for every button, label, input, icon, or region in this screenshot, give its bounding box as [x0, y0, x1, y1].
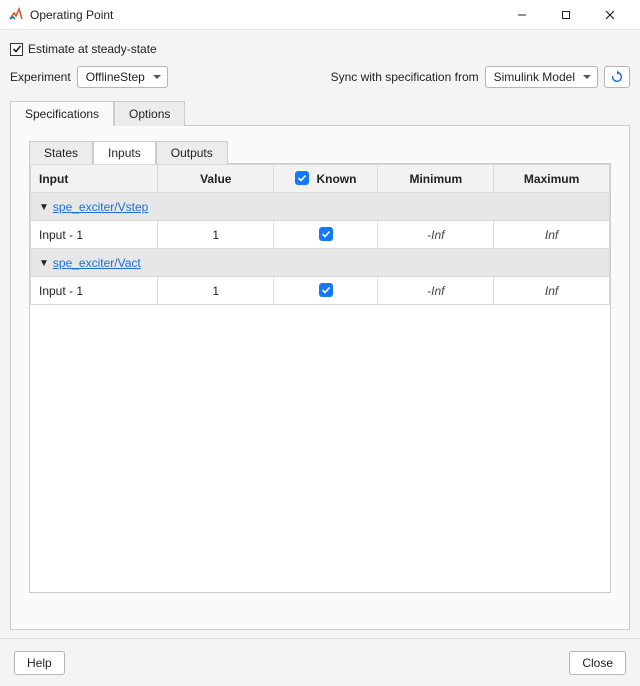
cell-value[interactable]: 1 [158, 221, 274, 249]
cell-minimum[interactable]: -Inf [378, 277, 494, 305]
cell-value[interactable]: 1 [158, 277, 274, 305]
known-header-checkbox[interactable] [295, 171, 309, 185]
experiment-label: Experiment [10, 70, 71, 84]
dialog-body: Estimate at steady-state Experiment Offl… [0, 30, 640, 638]
table-row: Input - 11 -InfInf [31, 277, 610, 305]
inputs-panel: Input Value Known Minimum Maximum [29, 163, 611, 593]
disclosure-triangle-icon: ▼ [39, 258, 49, 269]
tab-options[interactable]: Options [114, 101, 185, 126]
known-checkbox[interactable] [319, 283, 333, 297]
maximize-button[interactable] [544, 0, 588, 30]
matlab-icon [8, 7, 24, 23]
cell-maximum[interactable]: Inf [494, 277, 610, 305]
checkbox-icon [10, 43, 23, 56]
header-maximum: Maximum [494, 165, 610, 193]
header-input: Input [31, 165, 158, 193]
experiment-value: OfflineStep [86, 70, 145, 84]
inputs-table: Input Value Known Minimum Maximum [30, 164, 610, 305]
specifications-panel: States Inputs Outputs Input Value [10, 125, 630, 630]
tab-inputs[interactable]: Inputs [93, 141, 156, 164]
table-group-row[interactable]: ▼ spe_exciter/Vstep [31, 193, 610, 221]
sync-value: Simulink Model [494, 70, 575, 84]
sync-label: Sync with specification from [331, 70, 479, 84]
experiment-select[interactable]: OfflineStep [77, 66, 168, 88]
cell-known[interactable] [274, 277, 378, 305]
cell-input[interactable]: Input - 1 [31, 277, 158, 305]
close-window-button[interactable] [588, 0, 632, 30]
table-header-row: Input Value Known Minimum Maximum [31, 165, 610, 193]
known-checkbox[interactable] [319, 227, 333, 241]
header-value: Value [158, 165, 274, 193]
tab-states[interactable]: States [29, 141, 93, 164]
cell-minimum[interactable]: -Inf [378, 221, 494, 249]
sync-refresh-button[interactable] [604, 66, 630, 88]
tab-specifications[interactable]: Specifications [10, 101, 114, 126]
header-known[interactable]: Known [274, 165, 378, 193]
cell-input[interactable]: Input - 1 [31, 221, 158, 249]
group-link[interactable]: spe_exciter/Vstep [53, 200, 148, 214]
footer: Help Close [0, 638, 640, 686]
group-link[interactable]: spe_exciter/Vact [53, 256, 141, 270]
chevron-down-icon [583, 70, 591, 84]
experiment-row: Experiment OfflineStep Sync with specifi… [10, 66, 630, 88]
table-group-row[interactable]: ▼ spe_exciter/Vact [31, 249, 610, 277]
estimate-steady-checkbox[interactable]: Estimate at steady-state [10, 42, 630, 56]
window-controls [500, 0, 632, 30]
header-minimum: Minimum [378, 165, 494, 193]
tab-outputs[interactable]: Outputs [156, 141, 228, 164]
inner-tabs: States Inputs Outputs [29, 140, 611, 163]
titlebar: Operating Point [0, 0, 640, 30]
window-title: Operating Point [30, 8, 500, 22]
table-row: Input - 11 -InfInf [31, 221, 610, 249]
cell-maximum[interactable]: Inf [494, 221, 610, 249]
sync-select[interactable]: Simulink Model [485, 66, 598, 88]
window: Operating Point Estimate at steady-state… [0, 0, 640, 686]
cell-known[interactable] [274, 221, 378, 249]
close-button[interactable]: Close [569, 651, 626, 675]
disclosure-triangle-icon: ▼ [39, 202, 49, 213]
outer-tabs: Specifications Options [10, 100, 630, 125]
minimize-button[interactable] [500, 0, 544, 30]
help-button[interactable]: Help [14, 651, 65, 675]
estimate-steady-label: Estimate at steady-state [28, 42, 157, 56]
chevron-down-icon [153, 70, 161, 84]
